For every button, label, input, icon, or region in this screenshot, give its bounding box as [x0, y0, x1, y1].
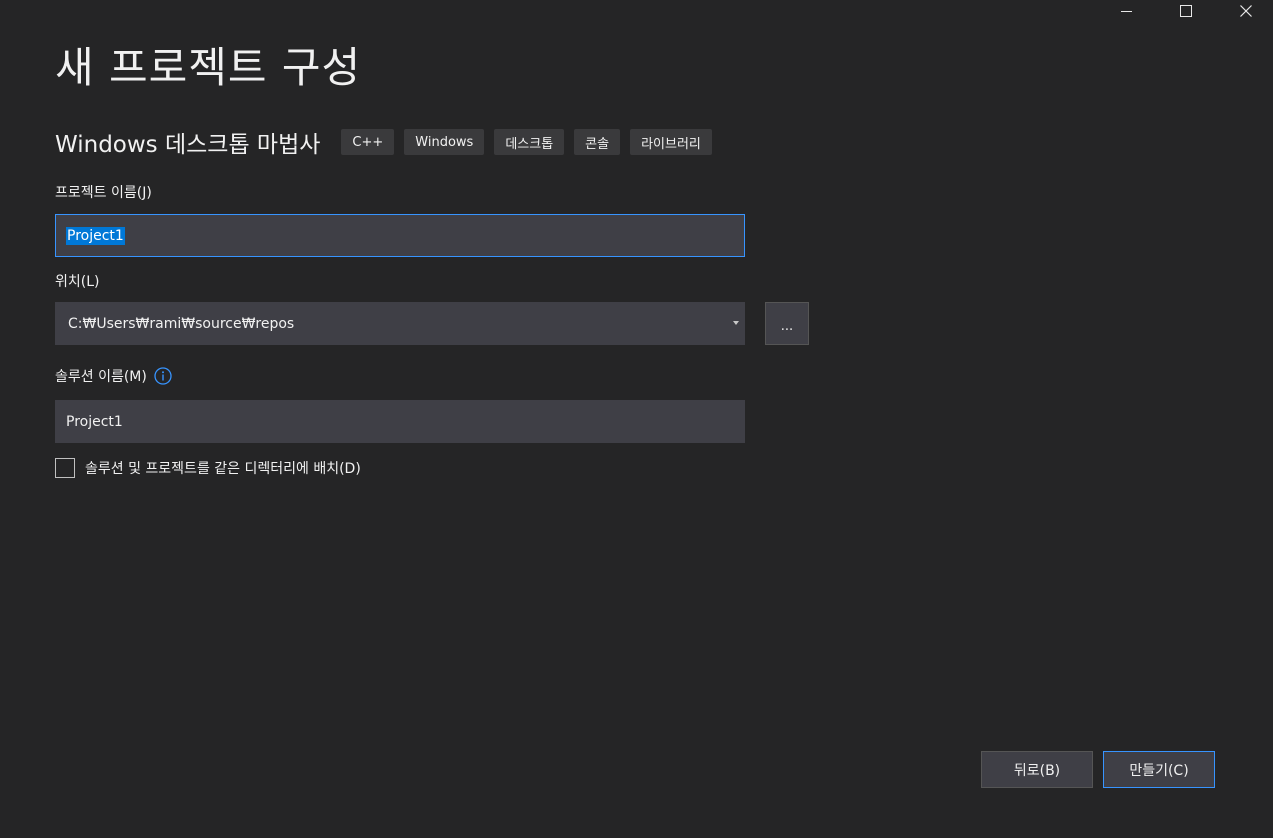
tag-desktop: 데스크톱 [494, 129, 565, 155]
back-button-label: 뒤로(B) [1013, 762, 1061, 779]
create-button[interactable]: 만들기(C) [1103, 751, 1215, 788]
tag-library: 라이브러리 [630, 129, 712, 155]
solution-name-input[interactable]: Project1 [55, 400, 745, 443]
location-label: 위치(L) [55, 274, 100, 290]
create-button-label: 만들기(C) [1129, 762, 1189, 779]
template-name: Windows 데스크톱 마법사 [55, 132, 321, 158]
info-icon[interactable] [154, 367, 172, 385]
solution-name-label-row: 솔루션 이름(M) [55, 366, 172, 386]
location-combobox[interactable]: C:₩Users₩rami₩source₩repos [55, 302, 745, 345]
same-directory-option[interactable]: 솔루션 및 프로젝트를 같은 디렉터리에 배치(D) [55, 457, 361, 479]
close-button[interactable] [1217, 0, 1273, 24]
browse-button-label: ... [780, 319, 794, 334]
project-name-value: Project1 [66, 226, 125, 245]
create-project-dialog: 새 프로젝트 구성 Windows 데스크톱 마법사 C++ Windows 데… [0, 0, 1273, 838]
maximize-button[interactable] [1157, 0, 1215, 24]
solution-name-label: 솔루션 이름(M) [55, 369, 147, 385]
project-name-label: 프로젝트 이름(J) [55, 185, 152, 201]
dropdown-arrow-icon[interactable] [733, 321, 739, 325]
location-value: C:₩Users₩rami₩source₩repos [68, 315, 295, 332]
minimize-button[interactable] [1097, 0, 1155, 24]
solution-name-value: Project1 [66, 413, 123, 430]
tag-cpp: C++ [341, 129, 395, 155]
tag-windows: Windows [404, 129, 485, 155]
browse-button[interactable]: ... [765, 302, 809, 345]
minimize-icon [1120, 10, 1132, 12]
project-name-input[interactable]: Project1 [55, 214, 745, 257]
tag-console: 콘솔 [574, 129, 621, 155]
back-button[interactable]: 뒤로(B) [981, 751, 1093, 788]
same-directory-label[interactable]: 솔루션 및 프로젝트를 같은 디렉터리에 배치(D) [85, 458, 361, 478]
same-directory-checkbox[interactable] [55, 458, 75, 478]
close-icon [1240, 5, 1252, 17]
maximize-icon [1180, 5, 1192, 17]
template-header: Windows 데스크톱 마법사 C++ Windows 데스크톱 콘솔 라이브… [55, 126, 722, 158]
page-title: 새 프로젝트 구성 [55, 43, 362, 92]
